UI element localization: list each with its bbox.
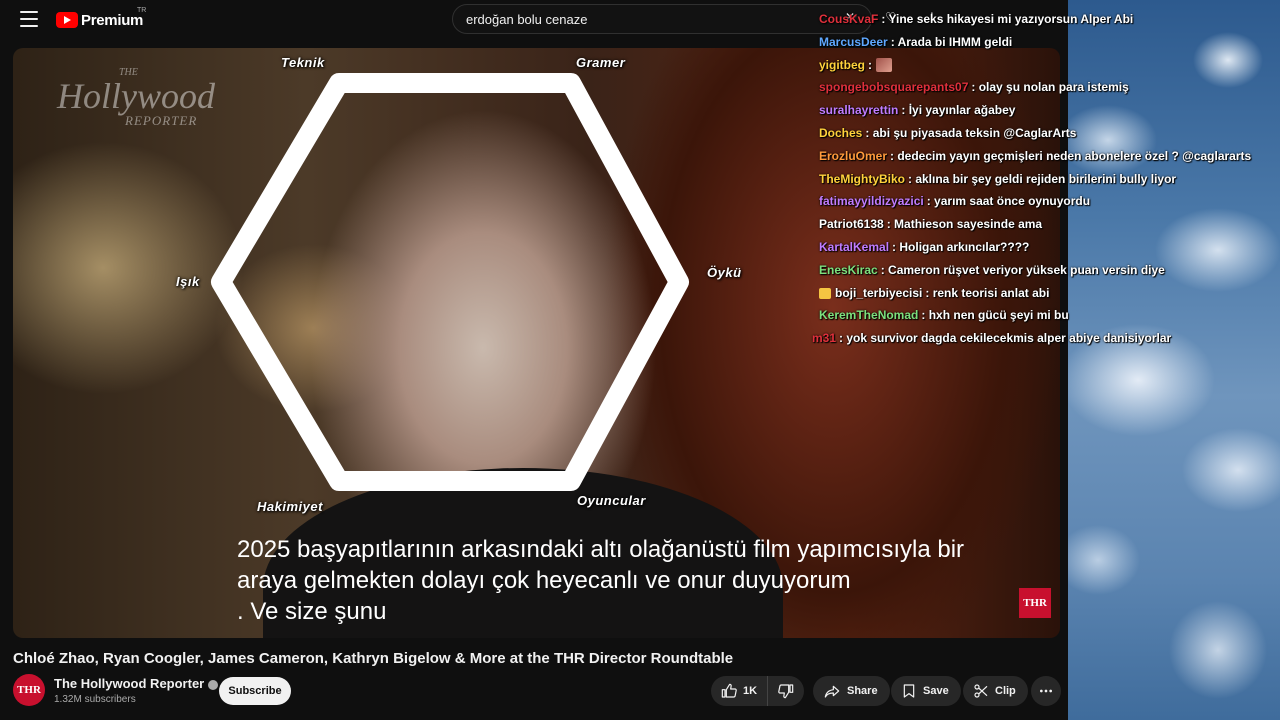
chat-username[interactable]: m31 — [812, 331, 836, 345]
chat-message: m31: yok survivor dagda cekilecekmis alp… — [812, 331, 1171, 345]
chat-text: : hxh nen gücü şeyi mi bu — [921, 308, 1069, 323]
chat-text: : Yine seks hikayesi mi yazıyorsun Alper… — [881, 12, 1134, 26]
chat-username[interactable]: Patriot6138 — [819, 217, 884, 231]
logo-region-code: TR — [137, 7, 147, 14]
more-actions-button[interactable] — [1031, 676, 1061, 706]
chat-text: : yarım saat önce oynuyordu — [926, 194, 1091, 209]
youtube-play-icon — [56, 12, 78, 28]
like-count: 1K — [743, 685, 758, 697]
chat-username[interactable]: MarcusDeer — [819, 35, 888, 49]
chat-message: suralhayrettin: İyi yayınlar ağabey — [819, 103, 1015, 117]
chat-message: ErozluOmer: dedecim yayın geçmişleri ned… — [819, 149, 1251, 163]
save-button[interactable]: Save — [891, 676, 961, 706]
desktop-background-earth — [1068, 0, 1280, 720]
save-label: Save — [923, 685, 949, 697]
chat-username[interactable]: CousKvaF — [819, 12, 878, 26]
chat-message: TheMightyBiko: aklına bir şey geldi reji… — [819, 172, 1176, 186]
chat-text: : Arada bi IHMM geldi — [890, 34, 1013, 49]
share-icon — [824, 685, 840, 698]
subtitles: 2025 başyapıtlarının arkasındaki altı ol… — [237, 534, 1057, 627]
chat-username[interactable]: TheMightyBiko — [819, 172, 905, 186]
share-label: Share — [847, 685, 878, 697]
clip-label: Clip — [995, 685, 1016, 697]
chat-message: boji_terbiyecisi: renk teorisi anlat abi — [819, 286, 1049, 300]
chat-username[interactable]: suralhayrettin — [819, 103, 898, 117]
save-bookmark-icon — [903, 684, 915, 698]
search-input[interactable]: erdoğan bolu cenaze ✕ — [452, 4, 872, 34]
share-button[interactable]: Share — [813, 676, 890, 706]
scissors-icon — [974, 684, 988, 698]
chat-text: : renk teorisi anlat abi — [925, 285, 1050, 300]
chat-username[interactable]: fatimayyildizyazici — [819, 194, 924, 208]
chat-message: fatimayyildizyazici: yarım saat önce oyn… — [819, 194, 1090, 208]
thumbs-down-icon — [778, 684, 794, 699]
chat-message: yigitbeg: — [819, 57, 893, 73]
chat-text: : olay şu nolan para istemiş — [971, 80, 1129, 95]
hexagon-frame — [211, 73, 689, 491]
chat-text: : — [868, 57, 873, 72]
chat-text: : İyi yayınlar ağabey — [901, 103, 1016, 118]
video-title: Chloé Zhao, Ryan Coogler, James Cameron,… — [13, 650, 734, 667]
thumbs-up-icon — [721, 683, 737, 698]
subtitle-line: araya gelmekten dolayı çok heyecanlı ve … — [237, 567, 851, 594]
more-horizontal-icon — [1040, 689, 1052, 693]
hex-label-right: Öykü — [707, 265, 742, 280]
chat-username[interactable]: yigitbeg — [819, 58, 865, 72]
chat-username[interactable]: EnesKirac — [819, 263, 878, 277]
chat-text: : Cameron rüşvet veriyor yüksek puan ver… — [880, 262, 1165, 277]
hex-label-left: Işık — [176, 274, 200, 289]
hex-label-bottom-right: Oyuncular — [577, 493, 646, 508]
chat-text: : aklına bir şey geldi rejiden birilerin… — [908, 171, 1177, 186]
subscribe-button[interactable]: Subscribe — [219, 677, 291, 705]
chat-username[interactable]: spongebobsquarepants07 — [819, 80, 968, 94]
verified-icon — [208, 679, 219, 690]
like-dislike-group: 1K — [711, 676, 805, 706]
chat-username[interactable]: Doches — [819, 126, 862, 140]
subtitle-line: . Ve size şunu — [237, 598, 387, 625]
hex-label-top-left: Teknik — [281, 55, 325, 70]
logo-text: Premium — [81, 11, 144, 29]
chat-text: : abi şu piyasada teksin @CaglarArts — [865, 126, 1077, 140]
chat-message: KartalKemal: Holigan arkıncılar???? — [819, 240, 1029, 254]
hex-label-bottom-left: Hakimiyet — [257, 499, 323, 514]
youtube-premium-logo[interactable]: Premium — [56, 9, 143, 31]
chat-message: MarcusDeer: Arada bi IHMM geldi — [819, 35, 1012, 49]
search-query: erdoğan bolu cenaze — [466, 12, 588, 27]
subscriber-badge-icon — [819, 287, 831, 299]
thr-corner-badge: THR — [1019, 588, 1051, 618]
chat-text: : Holigan arkıncılar???? — [892, 240, 1030, 254]
hamburger-menu-icon[interactable] — [20, 11, 38, 27]
chat-message: Patriot6138: Mathieson sayesinde ama — [819, 217, 1042, 231]
like-button[interactable]: 1K — [711, 676, 769, 706]
hex-label-top-right: Gramer — [576, 55, 626, 70]
chat-username[interactable]: boji_terbiyecisi — [835, 286, 922, 300]
dislike-button[interactable] — [768, 676, 804, 706]
channel-name: The Hollywood Reporter — [54, 676, 205, 691]
chat-text: : yok survivor dagda cekilecekmis alper … — [839, 331, 1172, 346]
chat-emote-icon — [876, 58, 893, 73]
chat-message: spongebobsquarepants07: olay şu nolan pa… — [819, 80, 1129, 94]
chat-text: : dedecim yayın geçmişleri neden abonele… — [890, 148, 1252, 163]
chat-message: EnesKirac: Cameron rüşvet veriyor yüksek… — [819, 263, 1165, 277]
chat-message: KeremTheNomad: hxh nen gücü şeyi mi bu — [819, 308, 1069, 322]
chat-message: Doches: abi şu piyasada teksin @CaglarAr… — [819, 126, 1076, 140]
chat-username[interactable]: KeremTheNomad — [819, 308, 918, 322]
channel-avatar[interactable]: THR — [13, 674, 45, 706]
chat-message: CousKvaF: Yine seks hikayesi mi yazıyors… — [819, 12, 1133, 26]
chat-username[interactable]: KartalKemal — [819, 240, 889, 254]
chat-username[interactable]: ErozluOmer — [819, 149, 887, 163]
subtitle-line: 2025 başyapıtlarının arkasındaki altı ol… — [237, 536, 965, 563]
clip-button[interactable]: Clip — [963, 676, 1028, 706]
subscriber-count: 1.32M subscribers — [54, 694, 136, 705]
channel-name-link[interactable]: The Hollywood Reporter — [54, 676, 219, 691]
chat-text: : Mathieson sayesinde ama — [886, 217, 1043, 232]
